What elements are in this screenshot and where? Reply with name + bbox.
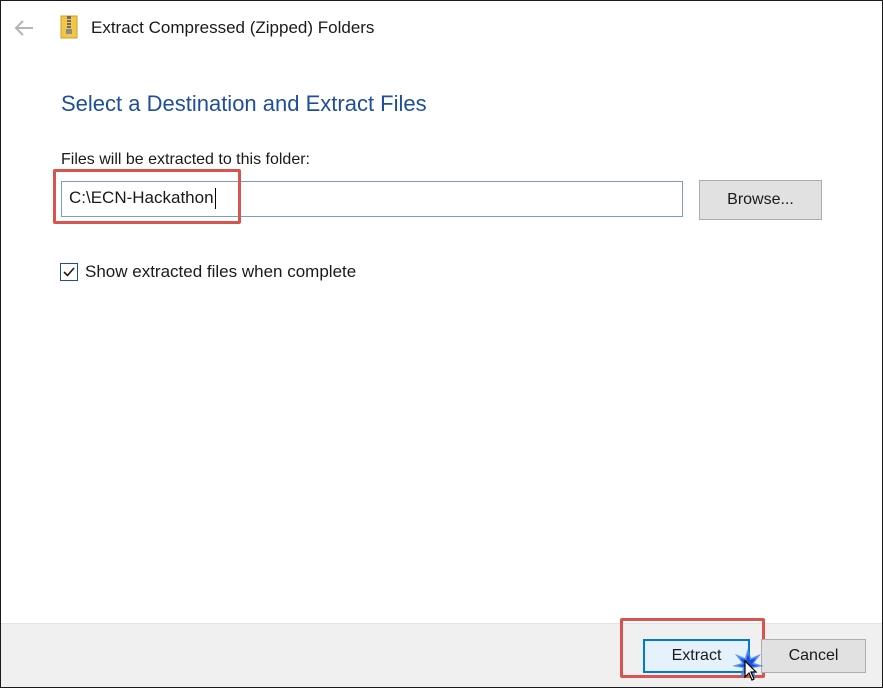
zip-folder-icon bbox=[60, 15, 78, 39]
page-heading: Select a Destination and Extract Files bbox=[61, 91, 427, 116]
checkmark-icon bbox=[63, 267, 75, 277]
cancel-button[interactable]: Cancel bbox=[761, 639, 866, 673]
destination-path-value: C:\ECN-Hackathon bbox=[69, 188, 214, 207]
extract-button[interactable]: Extract bbox=[643, 639, 750, 673]
back-arrow-icon bbox=[14, 20, 33, 36]
window-title: Extract Compressed (Zipped) Folders bbox=[91, 18, 375, 37]
destination-label: Files will be extracted to this folder: bbox=[61, 151, 310, 168]
extract-dialog-window: Extract Compressed (Zipped) Folders Sele… bbox=[0, 0, 883, 688]
back-button[interactable] bbox=[11, 15, 37, 41]
title-bar: Extract Compressed (Zipped) Folders bbox=[1, 1, 882, 53]
destination-path-input[interactable]: C:\ECN-Hackathon bbox=[61, 181, 683, 217]
show-files-option[interactable]: Show extracted files when complete bbox=[60, 261, 356, 283]
text-caret bbox=[214, 188, 216, 210]
show-files-checkbox[interactable] bbox=[60, 263, 78, 281]
browse-button[interactable]: Browse... bbox=[699, 180, 822, 220]
show-files-label: Show extracted files when complete bbox=[85, 262, 357, 281]
